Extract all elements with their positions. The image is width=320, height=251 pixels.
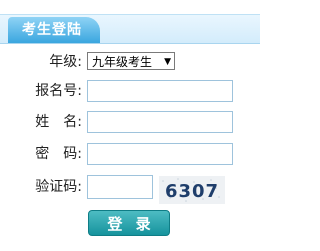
chevron-down-icon: ▼ <box>164 57 171 67</box>
grade-select[interactable]: 九年级考生 ▼ <box>87 52 175 70</box>
panel-title: 考生登陆 <box>8 17 100 43</box>
captcha-image[interactable]: 6307 <box>159 176 225 204</box>
login-panel: 考生登陆 年级: 九年级考生 ▼ 报名号: 姓 名: 密 码: 验证码: 630… <box>0 0 260 251</box>
captcha-text: 6307 <box>165 181 219 202</box>
captcha-input[interactable] <box>87 175 153 199</box>
grade-row: 年级: 九年级考生 ▼ <box>0 50 260 74</box>
grade-label: 年级: <box>49 54 82 70</box>
password-row: 密 码: <box>0 142 260 166</box>
exam-number-input[interactable] <box>87 80 233 102</box>
name-row: 姓 名: <box>0 110 260 134</box>
name-input[interactable] <box>87 111 233 133</box>
exam-number-row: 报名号: <box>0 79 260 103</box>
password-label: 密 码: <box>35 146 82 162</box>
password-input[interactable] <box>87 143 233 165</box>
exam-number-label: 报名号: <box>35 83 82 99</box>
captcha-label: 验证码: <box>35 179 82 195</box>
login-button[interactable]: 登 录 <box>88 210 170 236</box>
name-label: 姓 名: <box>35 114 82 130</box>
grade-selected-value: 九年级考生 <box>92 55 153 69</box>
